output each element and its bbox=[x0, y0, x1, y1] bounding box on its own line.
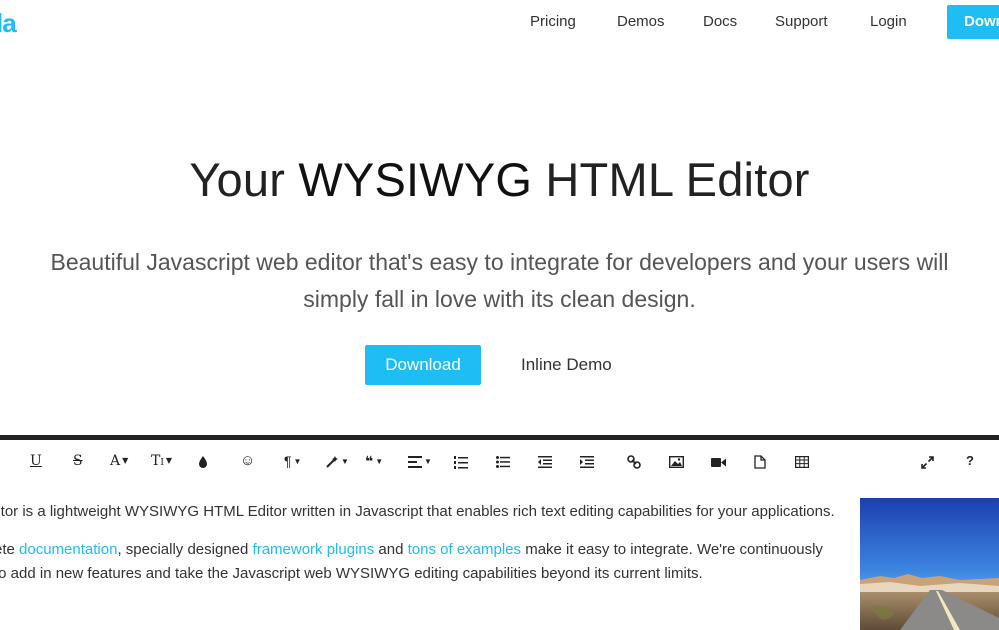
hero-title-bold: WYSIWYG bbox=[298, 153, 533, 206]
align-button[interactable]: ▼ bbox=[408, 452, 432, 470]
font-family-icon: A bbox=[110, 453, 121, 469]
road-photo[interactable] bbox=[860, 498, 999, 630]
font-size-sub-icon: I bbox=[160, 458, 164, 468]
documentation-link[interactable]: documentation bbox=[19, 541, 117, 558]
caret-down-icon: ▼ bbox=[341, 457, 349, 467]
caret-down-icon: ▼ bbox=[293, 457, 302, 467]
tons-of-examples-link[interactable]: tons of examples bbox=[408, 541, 521, 558]
strikethrough-button[interactable]: S bbox=[73, 452, 83, 470]
insert-image-button[interactable] bbox=[669, 452, 684, 470]
editor-line-1: litor is a lightweight WYSIWYG HTML Edit… bbox=[0, 503, 835, 520]
video-camera-icon bbox=[711, 457, 726, 467]
line2-text-b: , specially designed bbox=[117, 541, 253, 558]
editor-line-3: to add in new features and take the Java… bbox=[0, 565, 703, 582]
nav-download-button[interactable]: Download bbox=[947, 5, 999, 39]
link-icon bbox=[627, 455, 641, 470]
caret-down-icon: ▼ bbox=[165, 456, 173, 465]
nav-login[interactable]: Login bbox=[870, 13, 907, 30]
framework-plugins-link[interactable]: framework plugins bbox=[253, 541, 375, 558]
logo[interactable]: la bbox=[0, 8, 17, 39]
hero-subtitle-line2: simply fall in love with its clean desig… bbox=[303, 286, 696, 312]
quote-icon: ❝ bbox=[365, 453, 374, 469]
top-navbar: la Pricing Demos Docs Support Login Down… bbox=[0, 0, 999, 44]
help-button[interactable]: ? bbox=[966, 452, 974, 470]
font-family-button[interactable]: A ▼ bbox=[110, 452, 128, 470]
line2-text-a: ete bbox=[0, 541, 15, 558]
inline-demo-link[interactable]: Inline Demo bbox=[521, 355, 612, 375]
ordered-list-button[interactable] bbox=[454, 452, 468, 470]
indent-icon bbox=[580, 456, 594, 469]
font-size-icon: T bbox=[151, 453, 161, 469]
color-button[interactable] bbox=[198, 452, 208, 470]
emoticon-button[interactable]: ☺ bbox=[240, 452, 255, 470]
hero-subtitle-line1: Beautiful Javascript web editor that's e… bbox=[50, 249, 949, 275]
nav-docs[interactable]: Docs bbox=[703, 13, 737, 30]
hero-title-post: HTML Editor bbox=[532, 153, 810, 206]
insert-table-button[interactable] bbox=[795, 452, 809, 470]
editor-line-2: ete documentation, specially designed fr… bbox=[0, 538, 823, 562]
insert-link-button[interactable] bbox=[627, 452, 641, 470]
fullscreen-button[interactable] bbox=[921, 452, 934, 470]
expand-icon bbox=[921, 455, 934, 469]
insert-file-button[interactable] bbox=[754, 452, 766, 470]
editor-toolbar: U S A ▼ TI ▼ ☺ ¶ ▼ ▼ ❝ ▼ ▼ ? bbox=[0, 440, 999, 484]
road-landscape-image bbox=[860, 498, 999, 630]
paragraph-style-button[interactable]: ▼ bbox=[325, 452, 349, 470]
droplet-icon bbox=[199, 456, 207, 469]
line2-text-c: and bbox=[374, 541, 408, 558]
magic-wand-icon bbox=[326, 456, 338, 469]
align-left-icon bbox=[408, 456, 422, 469]
image-icon bbox=[669, 456, 684, 469]
insert-video-button[interactable] bbox=[711, 452, 726, 470]
ordered-list-icon bbox=[454, 455, 468, 469]
nav-support[interactable]: Support bbox=[775, 13, 828, 30]
nav-demos[interactable]: Demos bbox=[617, 13, 665, 30]
file-icon bbox=[754, 455, 766, 469]
paragraph-icon: ¶ bbox=[284, 453, 292, 469]
editor: U S A ▼ TI ▼ ☺ ¶ ▼ ▼ ❝ ▼ ▼ ? litor is a … bbox=[0, 435, 999, 630]
caret-down-icon: ▼ bbox=[424, 457, 432, 467]
font-size-button[interactable]: TI ▼ bbox=[151, 452, 172, 470]
download-button[interactable]: Download bbox=[365, 345, 481, 385]
unordered-list-icon bbox=[496, 456, 510, 469]
outdent-button[interactable] bbox=[538, 452, 552, 470]
nav-pricing[interactable]: Pricing bbox=[530, 13, 576, 30]
hero-subtitle: Beautiful Javascript web editor that's e… bbox=[50, 244, 949, 318]
caret-down-icon: ▼ bbox=[122, 456, 129, 465]
hero-title-pre: Your bbox=[189, 153, 299, 206]
line2-text-d: make it easy to integrate. We're continu… bbox=[521, 541, 823, 558]
hero-title: Your WYSIWYG HTML Editor bbox=[0, 152, 999, 207]
outdent-icon bbox=[538, 456, 552, 469]
quote-button[interactable]: ❝ ▼ bbox=[365, 452, 383, 470]
paragraph-format-button[interactable]: ¶ ▼ bbox=[284, 452, 301, 470]
caret-down-icon: ▼ bbox=[375, 457, 384, 467]
unordered-list-button[interactable] bbox=[496, 452, 510, 470]
indent-button[interactable] bbox=[580, 452, 594, 470]
underline-button[interactable]: U bbox=[30, 452, 42, 470]
table-icon bbox=[795, 456, 809, 469]
